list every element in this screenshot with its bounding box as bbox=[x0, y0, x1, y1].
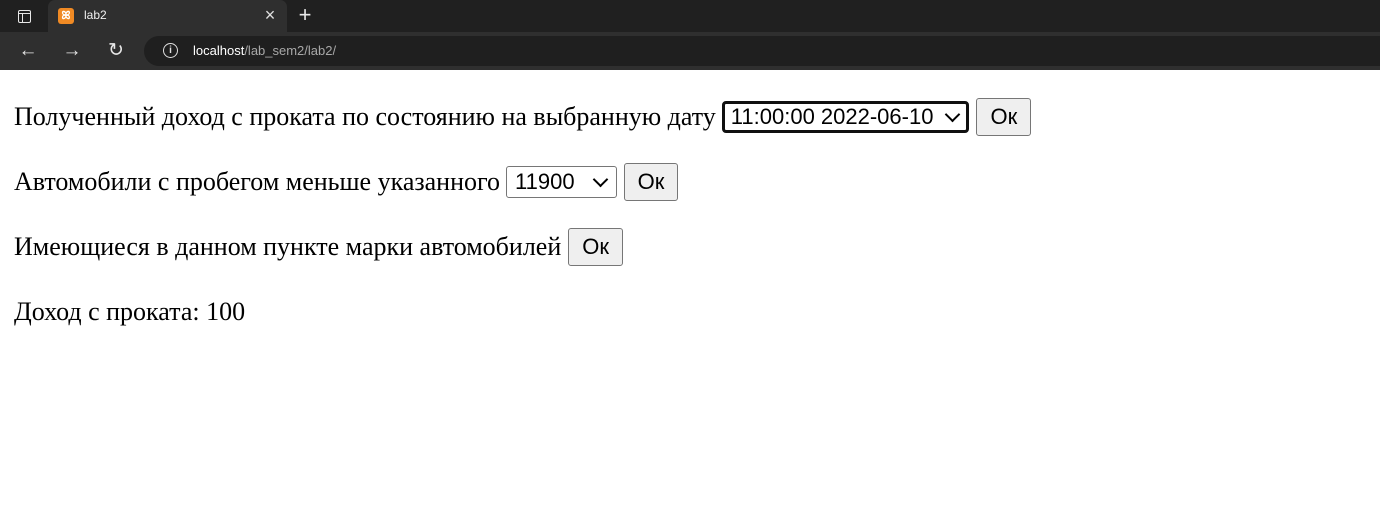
page-content: Полученный доход с проката по состоянию … bbox=[0, 98, 1380, 331]
reload-icon[interactable]: ↻ bbox=[103, 39, 129, 63]
brands-form: Имеющиеся в данном пункте марки автомоби… bbox=[14, 228, 1380, 266]
tab-title: lab2 bbox=[84, 8, 107, 22]
mileage-label: Автомобили с пробегом меньше указанного bbox=[14, 167, 501, 196]
url-path: /lab_sem2/lab2/ bbox=[244, 43, 337, 58]
browser-tab-strip: ꕤ lab2 × + bbox=[0, 0, 1380, 32]
url-text[interactable]: localhost/lab_sem2/lab2/ bbox=[193, 43, 336, 58]
browser-tab[interactable]: ꕤ lab2 × bbox=[48, 0, 287, 32]
forward-arrow-icon[interactable]: → bbox=[59, 39, 85, 63]
back-arrow-icon[interactable]: ← bbox=[15, 39, 41, 63]
mileage-form: Автомобили с пробегом меньше указанного … bbox=[14, 163, 1380, 201]
brands-label: Имеющиеся в данном пункте марки автомоби… bbox=[14, 232, 562, 261]
tab-actions-icon[interactable] bbox=[8, 0, 40, 32]
mileage-select-value: 11900 bbox=[515, 169, 575, 194]
brands-ok-button[interactable]: Ок bbox=[568, 228, 623, 266]
plus-icon[interactable]: + bbox=[294, 4, 316, 27]
address-bar[interactable]: i localhost/lab_sem2/lab2/ bbox=[144, 36, 1380, 66]
income-label: Полученный доход с проката по состоянию … bbox=[14, 102, 716, 131]
xampp-favicon-icon: ꕤ bbox=[58, 8, 74, 24]
mileage-ok-button[interactable]: Ок bbox=[623, 163, 679, 201]
date-select-value: 11:00:00 2022-06-10 bbox=[730, 104, 934, 129]
income-form: Полученный доход с проката по состоянию … bbox=[14, 98, 1380, 136]
result-text: Доход с проката: 100 bbox=[14, 297, 246, 326]
mileage-select[interactable]: 11900 bbox=[506, 166, 617, 198]
chevron-down-icon bbox=[945, 106, 961, 122]
url-host: localhost bbox=[193, 43, 245, 58]
date-select[interactable]: 11:00:00 2022-06-10 bbox=[721, 101, 970, 133]
browser-toolbar: ← → ↻ i localhost/lab_sem2/lab2/ bbox=[0, 32, 1380, 70]
chevron-down-icon bbox=[592, 171, 608, 187]
info-icon[interactable]: i bbox=[163, 43, 178, 58]
income-ok-button[interactable]: Ок bbox=[976, 98, 1032, 136]
close-icon[interactable]: × bbox=[261, 6, 279, 25]
